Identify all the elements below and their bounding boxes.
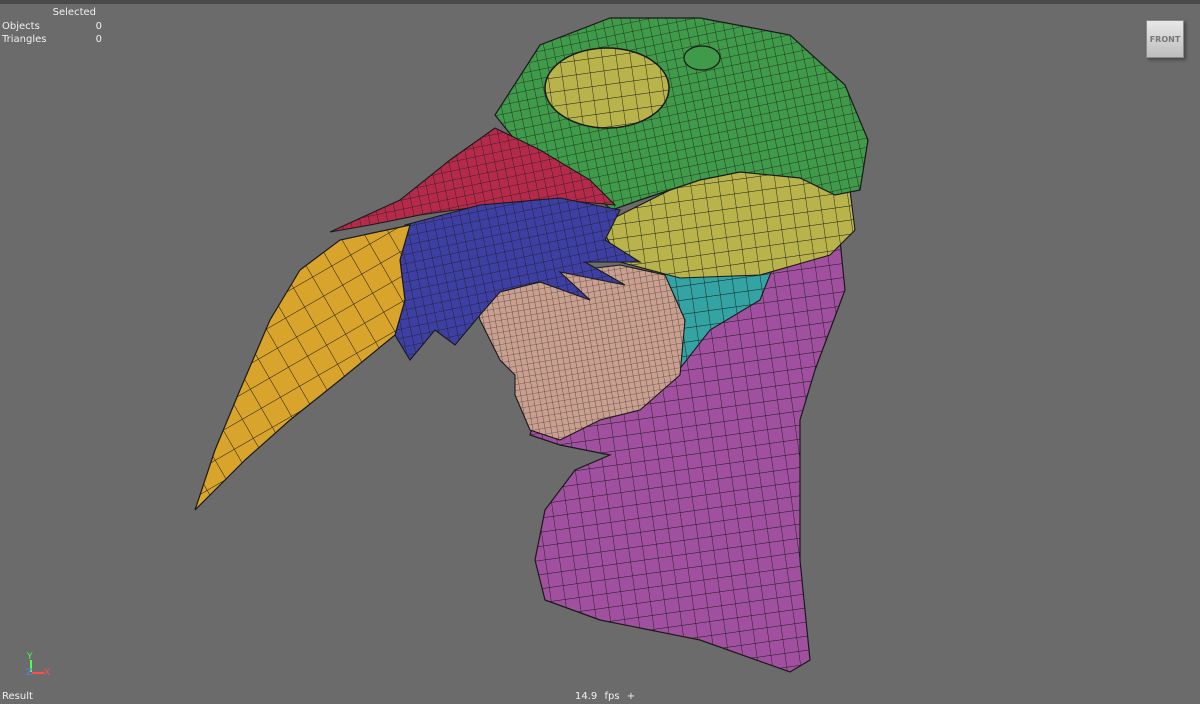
fps-readout: 14.9 fps + bbox=[575, 691, 636, 702]
viewport-3d-model[interactable] bbox=[0, 0, 1200, 704]
z-axis-label: Z bbox=[26, 668, 33, 678]
x-axis-line bbox=[32, 672, 44, 674]
result-label: Result bbox=[2, 691, 33, 702]
axis-gizmo: Y Z X bbox=[20, 652, 60, 682]
y-axis-label: Y bbox=[27, 652, 33, 662]
status-bar: Result 14.9 fps + bbox=[0, 690, 1200, 704]
x-axis-label: X bbox=[44, 668, 51, 678]
beak-mesh[interactable] bbox=[194, 224, 411, 511]
